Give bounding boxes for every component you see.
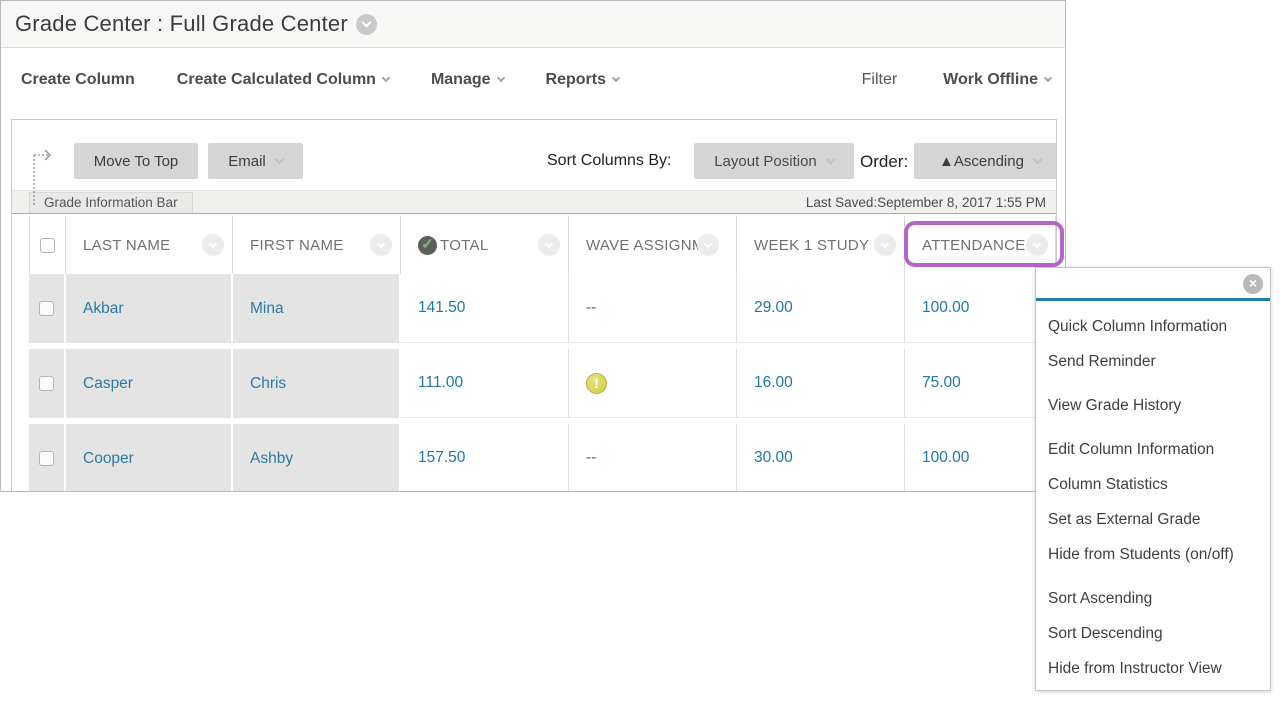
grade-panel: Move To Top Email Sort Columns By: Layou… bbox=[11, 119, 1057, 492]
menu-item-hide-from-instructor-view[interactable]: Hide from Instructor View bbox=[1048, 651, 1270, 686]
chevron-down-icon bbox=[612, 73, 620, 81]
column-header-week-1-study[interactable]: WEEK 1 STUDY bbox=[737, 216, 905, 274]
manage-menu[interactable]: Manage bbox=[431, 71, 504, 89]
last-name-link[interactable]: Casper bbox=[83, 375, 133, 393]
chevron-down-icon bbox=[825, 154, 835, 164]
grade-cell-attendance[interactable]: 75.00 bbox=[922, 374, 961, 392]
select-all-cell bbox=[29, 216, 66, 274]
order-label: Order: bbox=[860, 152, 908, 172]
column-header-attendance[interactable]: ATTENDANCE bbox=[905, 216, 1056, 274]
close-icon[interactable]: × bbox=[1243, 274, 1263, 294]
create-calculated-column-menu[interactable]: Create Calculated Column bbox=[177, 71, 389, 89]
last-name-link[interactable]: Akbar bbox=[83, 300, 124, 318]
table-row: Akbar Mina 141.50 -- 29.00 100.00 bbox=[29, 274, 1056, 343]
grade-center-window: Grade Center : Full Grade Center Create … bbox=[0, 0, 1066, 492]
column-menu-chevron-icon[interactable] bbox=[1026, 234, 1048, 256]
chevron-down-icon bbox=[1033, 154, 1043, 164]
table-row: Casper Chris 111.00 ! 16.00 75.00 bbox=[29, 349, 1056, 418]
page-header: Grade Center : Full Grade Center bbox=[1, 1, 1065, 48]
menu-item-edit-column-information[interactable]: Edit Column Information bbox=[1048, 432, 1270, 467]
create-column-button[interactable]: Create Column bbox=[21, 71, 135, 89]
grade-cell-total[interactable]: 141.50 bbox=[418, 299, 465, 317]
column-header-last-name[interactable]: LAST NAME bbox=[66, 216, 233, 274]
grade-table: LAST NAME FIRST NAME ✓TOTAL WAVE ASSIGNM… bbox=[29, 216, 1056, 492]
layout-position-dropdown[interactable]: Layout Position bbox=[694, 143, 854, 179]
column-menu-chevron-icon[interactable] bbox=[874, 234, 896, 256]
grade-cell-total[interactable]: 111.00 bbox=[418, 374, 463, 392]
grade-center-screen: Grade Center : Full Grade Center Create … bbox=[0, 0, 1280, 701]
email-button[interactable]: Email bbox=[208, 143, 303, 179]
grade-cell-wave-assignment[interactable]: -- bbox=[586, 449, 596, 467]
menu-item-send-reminder[interactable]: Send Reminder bbox=[1048, 344, 1270, 379]
first-name-link[interactable]: Ashby bbox=[250, 450, 293, 468]
menu-item-column-statistics[interactable]: Column Statistics bbox=[1048, 467, 1270, 502]
grade-cell-week-1-study[interactable]: 29.00 bbox=[754, 299, 793, 317]
row-checkbox[interactable] bbox=[39, 376, 54, 391]
first-name-link[interactable]: Chris bbox=[250, 375, 286, 393]
order-ascending-dropdown[interactable]: ▲Ascending bbox=[914, 143, 1057, 179]
column-menu-chevron-icon[interactable] bbox=[697, 234, 719, 256]
select-all-checkbox[interactable] bbox=[40, 238, 55, 253]
menu-item-set-as-external-grade[interactable]: Set as External Grade bbox=[1048, 502, 1270, 537]
menu-item-hide-from-students[interactable]: Hide from Students (on/off) bbox=[1048, 537, 1270, 572]
grade-cell-attendance[interactable]: 100.00 bbox=[922, 449, 969, 467]
menu-item-view-grade-history[interactable]: View Grade History bbox=[1048, 388, 1270, 423]
menu-item-sort-ascending[interactable]: Sort Ascending bbox=[1048, 581, 1270, 616]
chevron-down-icon bbox=[274, 154, 284, 164]
last-saved-timestamp: Last Saved:September 8, 2017 1:55 PM bbox=[806, 195, 1052, 210]
chevron-down-icon bbox=[382, 73, 390, 81]
first-name-link[interactable]: Mina bbox=[250, 300, 284, 318]
grade-cell-wave-assignment[interactable]: -- bbox=[586, 299, 596, 317]
menu-item-quick-column-information[interactable]: Quick Column Information bbox=[1048, 309, 1270, 344]
work-offline-menu[interactable]: Work Offline bbox=[943, 71, 1051, 89]
column-header-total[interactable]: ✓TOTAL bbox=[401, 216, 569, 274]
grade-cell-attendance[interactable]: 100.00 bbox=[922, 299, 969, 317]
grade-cell-week-1-study[interactable]: 16.00 bbox=[754, 374, 793, 392]
table-header-row: LAST NAME FIRST NAME ✓TOTAL WAVE ASSIGNM… bbox=[29, 216, 1056, 274]
reports-menu[interactable]: Reports bbox=[546, 71, 619, 89]
grade-cell-total[interactable]: 157.50 bbox=[418, 449, 465, 467]
needs-grading-icon[interactable]: ! bbox=[586, 373, 607, 394]
column-header-first-name[interactable]: FIRST NAME bbox=[233, 216, 401, 274]
column-menu-chevron-icon[interactable] bbox=[538, 234, 560, 256]
sort-columns-by-label: Sort Columns By: bbox=[547, 152, 671, 170]
last-name-link[interactable]: Cooper bbox=[83, 450, 134, 468]
filter-button[interactable]: Filter bbox=[862, 71, 898, 89]
page-title: Grade Center : Full Grade Center bbox=[15, 11, 348, 37]
grade-information-bar: Grade Information Bar Last Saved:Septemb… bbox=[12, 190, 1056, 214]
move-to-top-button[interactable]: Move To Top bbox=[74, 143, 198, 179]
context-menu-list: Quick Column Information Send Reminder V… bbox=[1036, 301, 1270, 686]
row-checkbox[interactable] bbox=[39, 451, 54, 466]
chevron-down-icon bbox=[1044, 73, 1052, 81]
external-grade-check-icon: ✓ bbox=[418, 236, 437, 255]
chevron-down-icon bbox=[496, 73, 504, 81]
column-menu-chevron-icon[interactable] bbox=[202, 234, 224, 256]
grade-toolbar: Move To Top Email Sort Columns By: Layou… bbox=[12, 120, 1056, 190]
column-header-wave-assignment[interactable]: WAVE ASSIGNM bbox=[569, 216, 737, 274]
column-menu-chevron-icon[interactable] bbox=[370, 234, 392, 256]
attendance-column-context-menu: × Quick Column Information Send Reminder… bbox=[1035, 267, 1271, 691]
table-row: Cooper Ashby 157.50 -- 30.00 100.00 bbox=[29, 424, 1056, 492]
grade-cell-week-1-study[interactable]: 30.00 bbox=[754, 449, 793, 467]
reorder-arrow-icon bbox=[20, 145, 54, 209]
row-checkbox[interactable] bbox=[39, 301, 54, 316]
action-bar: Create Column Create Calculated Column M… bbox=[1, 48, 1065, 111]
title-chevron-down-icon[interactable] bbox=[356, 14, 377, 35]
menu-item-sort-descending[interactable]: Sort Descending bbox=[1048, 616, 1270, 651]
